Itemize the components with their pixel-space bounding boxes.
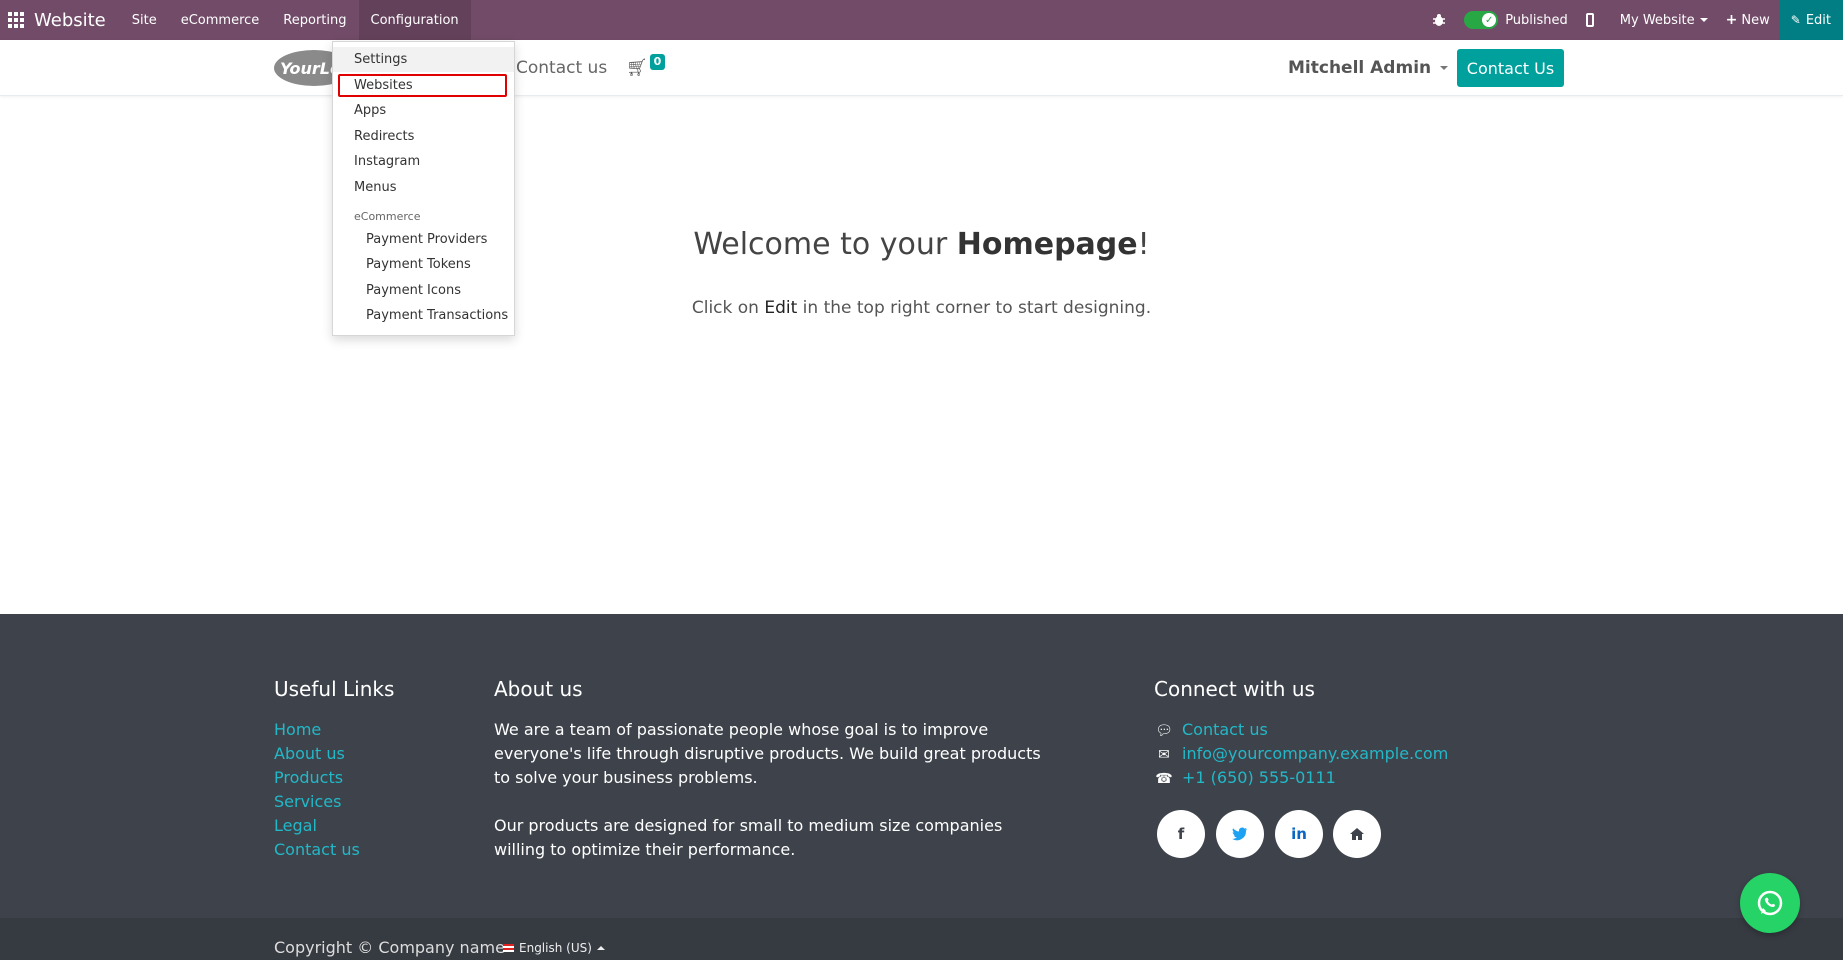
toggle-switch[interactable]: ✓ — [1464, 11, 1499, 29]
about-line-2: everyone's life through disruptive produ… — [494, 744, 1041, 763]
user-name: Mitchell Admin — [1288, 58, 1432, 78]
connect-title: Connect with us — [1154, 677, 1315, 701]
menu-configuration[interactable]: Configuration — [358, 0, 471, 40]
dropdown-item-settings[interactable]: Settings — [333, 47, 514, 72]
about-line-5: willing to optimize their performance. — [494, 840, 796, 859]
new-label: New — [1741, 12, 1770, 28]
dropdown-item-instagram[interactable]: Instagram — [333, 149, 514, 174]
mobile-icon — [1585, 13, 1594, 27]
mobile-preview-button[interactable] — [1577, 0, 1611, 40]
new-button[interactable]: + New — [1717, 0, 1779, 40]
published-toggle[interactable]: ✓ Published — [1455, 0, 1577, 40]
title-bold: Homepage — [956, 227, 1138, 262]
twitter-icon — [1232, 827, 1247, 841]
homepage-subtitle: Click on Edit in the top right corner to… — [0, 298, 1843, 318]
about-us-title: About us — [494, 677, 583, 701]
cart-count-badge: 0 — [649, 54, 666, 70]
plus-icon: + — [1725, 12, 1738, 28]
dropdown-item-redirects[interactable]: Redirects — [333, 124, 514, 149]
edit-button[interactable]: ✎ Edit — [1778, 0, 1843, 40]
chevron-down-icon — [1699, 18, 1708, 22]
website-header: YourLogo Contact us 🛒︎ 0 Mitchell Admin … — [0, 40, 1843, 96]
twitter-button[interactable] — [1216, 810, 1264, 858]
website-switcher[interactable]: My Website — [1611, 0, 1717, 40]
footer-link-about[interactable]: About us — [274, 744, 345, 763]
footer-link-services[interactable]: Services — [274, 792, 341, 811]
connect-email-link[interactable]: info@yourcompany.example.com — [1182, 744, 1448, 763]
about-line-4: Our products are designed for small to m… — [494, 816, 1003, 835]
subtitle-prefix: Click on — [691, 298, 765, 318]
title-prefix: Welcome to your — [693, 227, 957, 262]
nav-contact-us-link[interactable]: Contact us — [516, 58, 607, 78]
footer-link-home[interactable]: Home — [274, 720, 321, 739]
my-website-label: My Website — [1619, 12, 1695, 28]
footer-link-contact[interactable]: Contact us — [274, 840, 360, 859]
about-line-1: We are a team of passionate people whose… — [494, 720, 989, 739]
dropdown-item-payment-icons[interactable]: Payment Icons — [333, 278, 514, 303]
websites-highlight-box — [338, 74, 507, 97]
linkedin-icon: in — [1291, 825, 1307, 843]
menu-ecommerce[interactable]: eCommerce — [169, 0, 272, 40]
whatsapp-button[interactable] — [1740, 873, 1800, 933]
dropdown-section-ecommerce: eCommerce — [354, 210, 421, 223]
admin-navbar-right: ✓ Published My Website + New ✎ Edit — [1423, 0, 1843, 40]
whatsapp-icon — [1757, 890, 1783, 916]
linkedin-button[interactable]: in — [1275, 810, 1323, 858]
envelope-icon: ✉ — [1158, 747, 1170, 763]
app-brand[interactable]: Website — [34, 10, 106, 31]
apps-menu-button[interactable] — [2, 0, 30, 40]
language-label: English (US) — [519, 941, 592, 955]
connect-contact-link[interactable]: Contact us — [1182, 720, 1268, 739]
dropdown-item-menus[interactable]: Menus — [333, 175, 514, 200]
subtitle-bold: Edit — [764, 298, 798, 318]
pencil-icon: ✎ — [1790, 13, 1801, 27]
dropdown-item-payment-tokens[interactable]: Payment Tokens — [333, 252, 514, 277]
subtitle-suffix: in the top right corner to start designi… — [797, 298, 1152, 318]
copyright-text: Copyright © Company name — [274, 938, 505, 957]
facebook-icon: f — [1177, 825, 1185, 843]
useful-links-title: Useful Links — [274, 677, 395, 701]
configuration-dropdown: Settings Websites Apps Redirects Instagr… — [332, 41, 515, 336]
dropdown-item-payment-transactions[interactable]: Payment Transactions — [333, 303, 514, 328]
home-button[interactable] — [1333, 810, 1381, 858]
chevron-up-icon — [596, 946, 605, 950]
user-menu[interactable]: Mitchell Admin — [1288, 58, 1449, 78]
facebook-button[interactable]: f — [1157, 810, 1205, 858]
admin-navbar: Website Site eCommerce Reporting Configu… — [0, 0, 1843, 40]
dropdown-item-payment-providers[interactable]: Payment Providers — [333, 227, 514, 252]
footer — [0, 614, 1843, 918]
shopping-cart-icon: 🛒︎ — [626, 58, 648, 78]
contact-us-button[interactable]: Contact Us — [1457, 49, 1564, 87]
edit-label: Edit — [1805, 12, 1831, 28]
title-suffix: ! — [1137, 227, 1150, 262]
grid-icon — [8, 12, 24, 28]
comment-icon: 💬︎ — [1155, 723, 1173, 739]
footer-link-products[interactable]: Products — [274, 768, 343, 787]
debug-button[interactable] — [1423, 0, 1455, 40]
dropdown-item-apps[interactable]: Apps — [333, 98, 514, 123]
us-flag-icon — [503, 944, 514, 952]
about-line-3: to solve your business problems. — [494, 768, 758, 787]
published-label: Published — [1505, 12, 1568, 28]
connect-phone-link[interactable]: +1 (650) 555-0111 — [1182, 768, 1336, 787]
footer-link-legal[interactable]: Legal — [274, 816, 317, 835]
bug-icon — [1433, 14, 1446, 26]
check-icon: ✓ — [1482, 13, 1497, 27]
home-icon — [1350, 828, 1364, 840]
chevron-down-icon — [1440, 66, 1449, 70]
phone-icon: ☎ — [1155, 771, 1173, 787]
menu-site[interactable]: Site — [120, 0, 169, 40]
cart-link[interactable]: 🛒︎ 0 — [626, 54, 666, 78]
language-selector[interactable]: English (US) — [503, 941, 605, 955]
menu-reporting[interactable]: Reporting — [271, 0, 358, 40]
homepage-title: Welcome to your Homepage! — [0, 227, 1843, 262]
